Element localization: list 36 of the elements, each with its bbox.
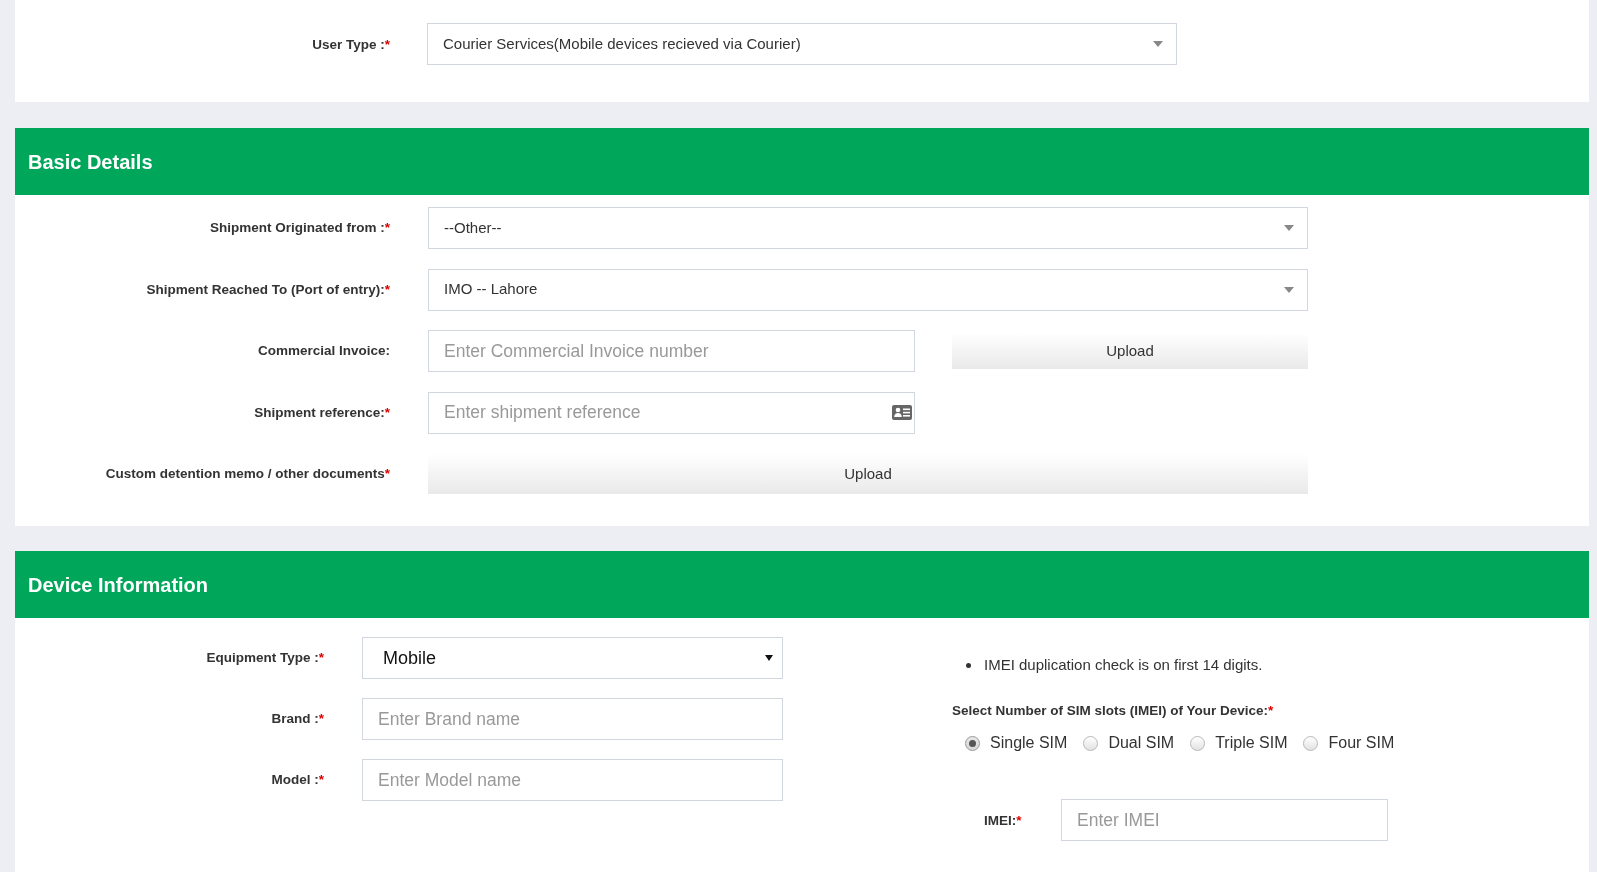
bullet-icon bbox=[966, 662, 971, 668]
field-label: Shipment reference:* bbox=[254, 404, 390, 420]
radio-button[interactable] bbox=[965, 735, 980, 751]
field-label: IMEI:* bbox=[984, 813, 1022, 828]
radio-label[interactable]: Dual SIM bbox=[1108, 731, 1175, 755]
radio-button[interactable] bbox=[1190, 735, 1206, 751]
input-field[interactable]: Enter Commercial Invoice number bbox=[428, 330, 915, 372]
caret-icon bbox=[1153, 41, 1163, 47]
caret-icon bbox=[765, 655, 773, 661]
select-field[interactable]: --Other-- bbox=[428, 207, 1308, 249]
input-field[interactable]: Enter Brand name bbox=[362, 698, 783, 740]
field-label: Shipment Originated from :* bbox=[209, 220, 390, 235]
section-title: Basic Details bbox=[28, 149, 153, 175]
field-label: Select Number of SIM slots (IMEI) of Your Device:* bbox=[952, 702, 1274, 720]
note-text: IMEI duplication check is on first 14 digits. bbox=[984, 654, 1263, 675]
radio-button[interactable] bbox=[1083, 735, 1099, 751]
radio-label[interactable]: Single SIM bbox=[990, 731, 1068, 755]
field-label: Equipment Type :* bbox=[206, 650, 324, 665]
field-label: Custom detention memo / other documents* bbox=[105, 466, 390, 481]
select-field[interactable]: Courier Services(Mobile devices recieved via Courier) bbox=[427, 23, 1177, 65]
field-label: Model :* bbox=[271, 772, 324, 787]
radio-button[interactable] bbox=[1303, 735, 1319, 751]
select-field[interactable]: IMO -- Lahore bbox=[428, 268, 1308, 311]
field-label: Shipment Reached To (Port of entry):* bbox=[146, 281, 390, 297]
input-field[interactable]: Enter Model name bbox=[362, 759, 783, 801]
field-label: Commercial Invoice: bbox=[257, 343, 390, 358]
section-title: Device Information bbox=[28, 572, 209, 598]
input-field[interactable]: Enter shipment reference bbox=[428, 391, 915, 434]
select-field[interactable]: Mobile bbox=[362, 637, 783, 679]
input-field[interactable]: Enter IMEI bbox=[1061, 799, 1388, 841]
radio-label[interactable]: Triple SIM bbox=[1215, 731, 1288, 755]
field-label: Brand :* bbox=[271, 711, 324, 726]
field-label: User Type :* bbox=[312, 37, 390, 52]
radio-label[interactable]: Four SIM bbox=[1328, 731, 1395, 755]
caret-icon bbox=[1284, 225, 1294, 231]
caret-icon bbox=[1284, 286, 1294, 293]
